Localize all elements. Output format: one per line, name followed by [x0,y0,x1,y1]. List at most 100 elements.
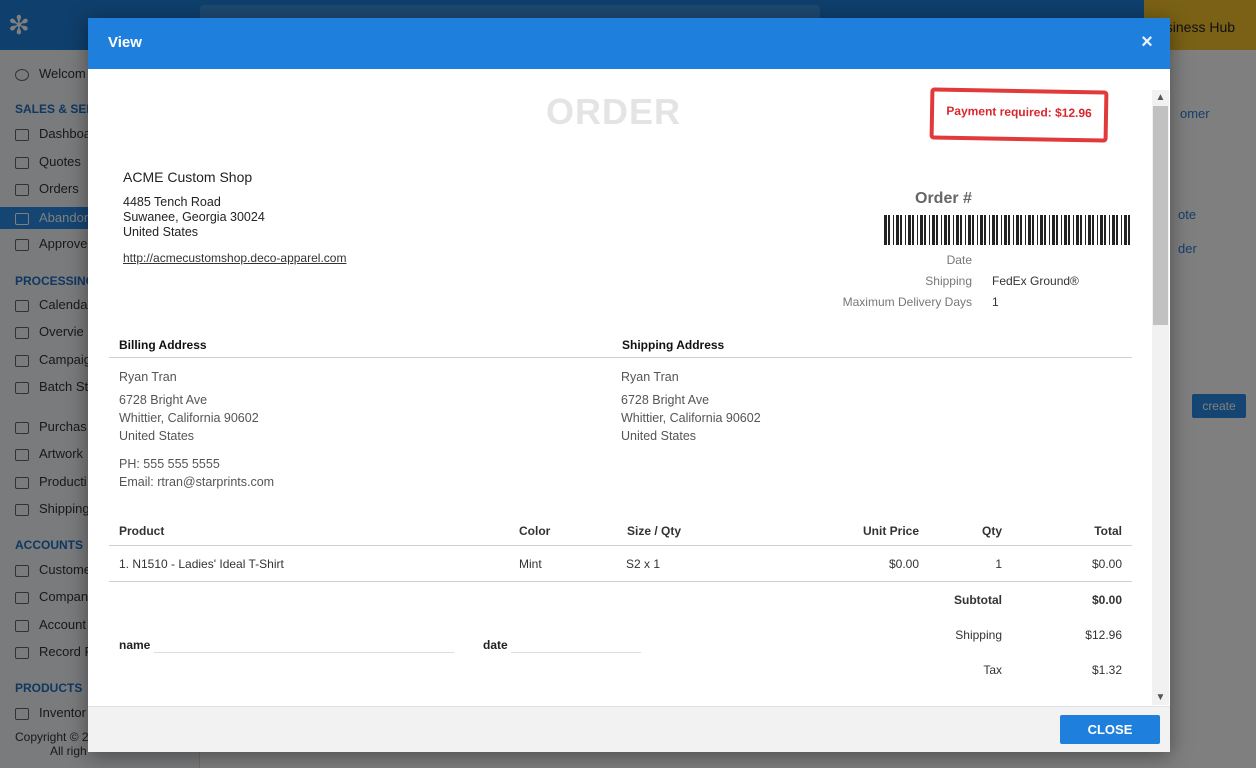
barcode-bar [1061,215,1062,245]
barcode-bar [888,215,890,245]
barcode-bar [1008,215,1010,245]
shipping-name: Ryan Tran [621,370,679,384]
barcode-bar [968,215,971,245]
tax-value: $1.32 [1091,663,1122,677]
shop-website-link[interactable]: http://acmecustomshop.deco-apparel.com [123,251,346,265]
divider [109,357,1132,358]
col-color: Color [519,524,551,538]
barcode-bar [900,215,902,245]
barcode-bar [1004,215,1007,245]
col-qty: Qty [981,524,1002,538]
modal-body: ORDER Payment required: $12.96 ACME Cust… [88,69,1170,706]
payment-required-stamp: Payment required: $12.96 [929,87,1109,143]
barcode-bar [896,215,899,245]
barcode-bar [932,215,935,245]
barcode-bar [980,215,983,245]
shipping-total-label: Shipping [955,628,1002,642]
barcode-bar [1025,215,1026,245]
modal-footer: CLOSE [88,706,1170,752]
shipping-street: 6728 Bright Ave [621,393,710,407]
modal-title: View [108,34,142,51]
scroll-down-icon[interactable]: ▼ [1152,690,1169,705]
barcode-bar [1073,215,1074,245]
max-delivery-days-label: Maximum Delivery Days [842,295,972,309]
barcode-bar [941,215,942,245]
view-modal: View × ORDER Payment required: $12.96 AC… [88,18,1170,752]
barcode-bar [1037,215,1038,245]
shop-country: United States [123,225,199,239]
barcode-bar [965,215,966,245]
barcode-bar [1097,215,1098,245]
barcode-bar [1080,215,1082,245]
barcode-bar [1124,215,1127,245]
barcode-bar [884,215,887,245]
close-icon[interactable]: × [1138,32,1156,52]
row-qty: 1 [995,557,1002,571]
signature-date-line [511,652,641,653]
row-color: Mint [519,557,542,571]
row-product: 1. N1510 - Ladies' Ideal T-Shirt [119,557,284,571]
barcode-bar [936,215,938,245]
barcode-bar [908,215,911,245]
shipping-city: Whittier, California 90602 [621,411,761,425]
barcode-bar [1116,215,1118,245]
barcode-bar [912,215,914,245]
barcode-bar [977,215,978,245]
modal-header: View × [88,18,1170,69]
barcode-bar [1121,215,1122,245]
barcode-bar [1020,215,1022,245]
barcode-bar [1049,215,1050,245]
document-title: ORDER [546,91,682,132]
row-total: $0.00 [1091,557,1122,571]
close-button[interactable]: CLOSE [1060,715,1160,744]
barcode-bar [996,215,998,245]
shop-street: 4485 Tench Road [123,195,221,209]
barcode-bar [1001,215,1002,245]
barcode-bar [929,215,930,245]
billing-address-heading: Billing Address [119,338,207,352]
order-barcode [884,215,1130,245]
shop-name: ACME Custom Shop [123,169,253,185]
barcode-bar [989,215,990,245]
shipping-method-value: FedEx Ground® [992,274,1079,288]
barcode-bar [1092,215,1094,245]
signature-name-line [154,652,454,653]
row-size-qty: S2 x 1 [626,557,661,571]
col-product: Product [119,524,165,538]
barcode-bar [960,215,962,245]
barcode-bar [893,215,894,245]
barcode-bar [1076,215,1079,245]
barcode-bar [1016,215,1019,245]
col-size-qty: Size / Qty [627,524,682,538]
barcode-bar [1056,215,1058,245]
barcode-bar [944,215,947,245]
subtotal-label: Subtotal [954,593,1002,607]
col-total: Total [1094,524,1122,538]
billing-email: Email: rtran@starprints.com [119,475,275,489]
scroll-up-icon[interactable]: ▲ [1152,90,1169,105]
order-document: ORDER Payment required: $12.96 ACME Cust… [88,69,1152,706]
shipping-country: United States [621,429,697,443]
scrollbar-thumb[interactable] [1153,106,1168,325]
barcode-bar [905,215,906,245]
shipping-total-value: $12.96 [1085,628,1122,642]
barcode-bar [917,215,918,245]
barcode-bar [924,215,926,245]
col-unit-price: Unit Price [862,524,919,538]
subtotal-value: $0.00 [1091,593,1122,607]
barcode-bar [1028,215,1031,245]
barcode-bar [956,215,959,245]
barcode-bar [1064,215,1067,245]
divider [109,581,1132,582]
barcode-bar [1044,215,1046,245]
stamp-text: Payment required: $12.96 [946,103,1092,121]
signature-name-label: name [119,638,151,652]
billing-city: Whittier, California 90602 [119,411,259,425]
tax-label: Tax [983,663,1002,677]
row-unit-price: $0.00 [888,557,919,571]
shipping-address-heading: Shipping Address [622,338,725,352]
barcode-bar [953,215,954,245]
shipping-method-label: Shipping [925,274,972,288]
barcode-bar [1104,215,1106,245]
divider [109,545,1132,546]
